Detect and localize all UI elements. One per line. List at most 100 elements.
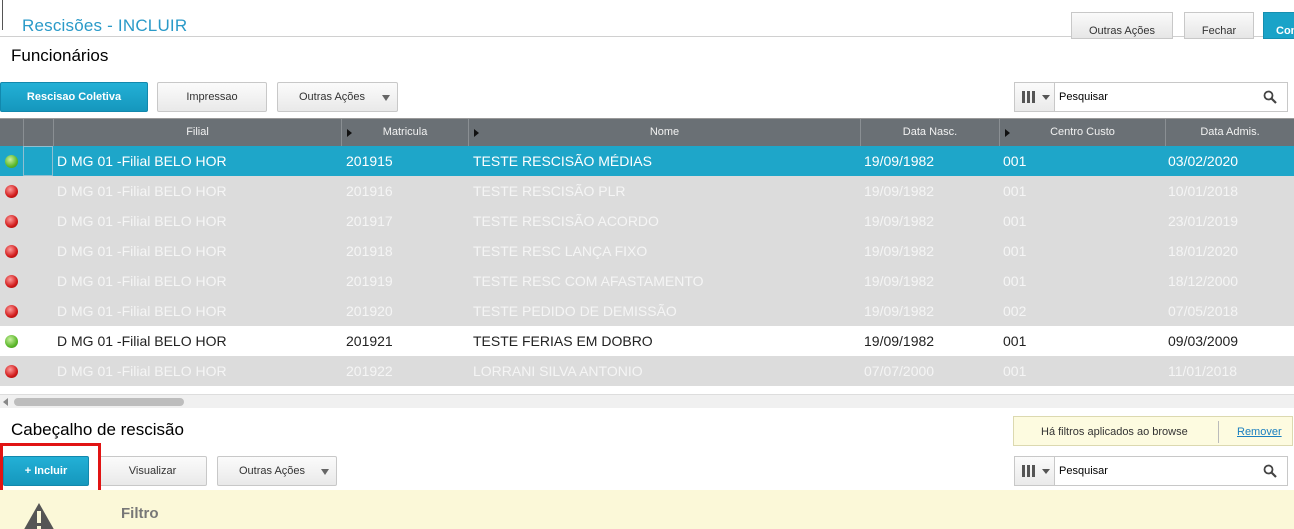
table-row[interactable]: D MG 01 -Filial BELO HOR 201919 TESTE RESC… — [0, 266, 1294, 296]
cell-nasc: 19/09/1982 — [864, 213, 935, 229]
left-divider — [2, 0, 3, 30]
scrollbar-thumb[interactable] — [14, 398, 184, 406]
outras-acoes-cab-label: Outras Ações — [239, 465, 306, 477]
funcionarios-table: Filial Matricula Nome Data Nasc. Centro … — [0, 118, 1294, 386]
cell-nome: TESTE PEDIDO DE DEMISSÃO — [473, 303, 677, 319]
status-red-icon — [5, 215, 18, 228]
cell-cc: 001 — [1003, 333, 1027, 349]
row-selector[interactable] — [23, 146, 53, 176]
page-title: Rescisões - INCLUIR — [22, 16, 188, 35]
outras-acoes-func-label: Outras Ações — [299, 91, 366, 103]
table-row[interactable]: D MG 01 -Filial BELO HOR 201916 TESTE RESC… — [0, 176, 1294, 206]
search-input[interactable] — [1059, 461, 1259, 481]
cell-admis: 18/12/2000 — [1168, 273, 1239, 289]
cell-nome: TESTE RESC LANÇA FIXO — [473, 243, 648, 259]
column-selector-button[interactable] — [1015, 83, 1055, 111]
table-header: Filial Matricula Nome Data Nasc. Centro … — [0, 118, 1294, 146]
sort-arrow-icon — [347, 129, 352, 137]
divider — [1218, 421, 1219, 443]
filter-notice: Há filtros aplicados ao browse Remover — [1013, 416, 1293, 446]
warning-icon — [24, 503, 54, 529]
col-data-nasc[interactable]: Data Nasc. — [860, 119, 999, 146]
cell-nasc: 19/09/1982 — [864, 153, 935, 169]
columns-icon — [1022, 91, 1036, 103]
filter-notice-text: Há filtros aplicados ao browse — [1041, 426, 1188, 438]
fechar-button[interactable]: Fechar — [1184, 12, 1254, 39]
select-col-header — [23, 119, 53, 146]
sort-arrow-icon — [1005, 129, 1010, 137]
confirmar-button[interactable]: Con — [1263, 12, 1294, 39]
cell-nasc: 07/07/2000 — [864, 363, 935, 379]
caret-down-icon — [1042, 95, 1050, 100]
cell-matricula: 201921 — [346, 333, 393, 349]
cell-admis: 07/05/2018 — [1168, 303, 1239, 319]
chevron-down-icon — [382, 95, 390, 101]
cell-nome: TESTE RESC COM AFASTAMENTO — [473, 273, 704, 289]
cell-cc: 001 — [1003, 213, 1027, 229]
status-red-icon — [5, 275, 18, 288]
outras-acoes-cab-dropdown[interactable]: Outras Ações — [217, 456, 337, 486]
cell-cc: 001 — [1003, 153, 1027, 169]
filtro-bar: Filtro — [0, 490, 1294, 529]
cell-nome: TESTE RESCISÃO ACORDO — [473, 213, 659, 229]
table-row[interactable]: D MG 01 -Filial BELO HOR 201922 LORRANI SI… — [0, 356, 1294, 386]
cabecalho-search — [1014, 456, 1288, 486]
cell-matricula: 201922 — [346, 363, 393, 379]
cell-admis: 10/01/2018 — [1168, 183, 1239, 199]
status-red-icon — [5, 245, 18, 258]
filtro-label: Filtro — [121, 505, 159, 522]
cell-admis: 11/01/2018 — [1168, 363, 1238, 379]
column-selector-button[interactable] — [1015, 457, 1055, 485]
impressao-button[interactable]: Impressao — [157, 82, 267, 112]
table-row[interactable]: D MG 01 -Filial BELO HOR 201917 TESTE RESC… — [0, 206, 1294, 236]
table-row[interactable]: D MG 01 -Filial BELO HOR 201915 TESTE RESC… — [0, 146, 1294, 176]
col-matricula[interactable]: Matricula — [341, 119, 468, 146]
cabecalho-title: Cabeçalho de rescisão — [11, 420, 184, 439]
table-row[interactable]: D MG 01 -Filial BELO HOR 201920 TESTE PEDI… — [0, 296, 1294, 326]
status-col-header — [0, 119, 23, 146]
search-input[interactable] — [1059, 87, 1259, 107]
cell-filial: D MG 01 -Filial BELO HOR — [57, 213, 227, 229]
cell-nome: LORRANI SILVA ANTONIO — [473, 363, 643, 379]
col-data-admis[interactable]: Data Admis. — [1165, 119, 1294, 146]
cell-matricula: 201919 — [346, 273, 393, 289]
cell-admis: 23/01/2019 — [1168, 213, 1239, 229]
col-matricula-label: Matricula — [382, 126, 428, 138]
table-row[interactable]: D MG 01 -Filial BELO HOR 201918 TESTE RESC… — [0, 236, 1294, 266]
cell-filial: D MG 01 -Filial BELO HOR — [57, 333, 227, 349]
search-icon[interactable] — [1263, 464, 1277, 478]
table-row[interactable]: D MG 01 -Filial BELO HOR 201921 TESTE FERI… — [0, 326, 1294, 356]
cell-cc: 001 — [1003, 183, 1027, 199]
search-icon[interactable] — [1263, 90, 1277, 104]
cell-nasc: 19/09/1982 — [864, 273, 935, 289]
cell-matricula: 201917 — [346, 213, 393, 229]
col-nome-label: Nome — [649, 126, 680, 138]
cell-filial: D MG 01 -Filial BELO HOR — [57, 363, 227, 379]
cell-matricula: 201916 — [346, 183, 393, 199]
col-centro-custo[interactable]: Centro Custo — [999, 119, 1165, 146]
cell-matricula: 201920 — [346, 303, 393, 319]
remover-filter-link[interactable]: Remover — [1237, 426, 1282, 438]
cell-filial: D MG 01 -Filial BELO HOR — [57, 183, 227, 199]
scroll-left-icon[interactable] — [3, 398, 8, 406]
horizontal-scrollbar[interactable] — [0, 394, 1294, 408]
col-nome[interactable]: Nome — [468, 119, 860, 146]
top-header: Rescisões - INCLUIR Outras Ações Fechar … — [0, 0, 1294, 39]
funcionarios-search — [1014, 82, 1288, 112]
cell-filial: D MG 01 -Filial BELO HOR — [57, 243, 227, 259]
outras-acoes-top-button[interactable]: Outras Ações — [1071, 12, 1173, 39]
cell-cc: 001 — [1003, 243, 1027, 259]
rescisao-coletiva-button[interactable]: Rescisao Coletiva — [0, 82, 148, 112]
status-green-icon — [5, 155, 18, 168]
cell-nome: TESTE RESCISÃO PLR — [473, 183, 626, 199]
cell-matricula: 201915 — [346, 153, 393, 169]
cell-cc: 001 — [1003, 273, 1027, 289]
col-filial[interactable]: Filial — [53, 119, 341, 146]
cell-nasc: 19/09/1982 — [864, 333, 935, 349]
status-red-icon — [5, 365, 18, 378]
sort-arrow-icon — [474, 129, 479, 137]
chevron-down-icon — [321, 469, 329, 475]
outras-acoes-func-dropdown[interactable]: Outras Ações — [277, 82, 398, 112]
caret-down-icon — [1042, 469, 1050, 474]
visualizar-button[interactable]: Visualizar — [98, 456, 207, 486]
